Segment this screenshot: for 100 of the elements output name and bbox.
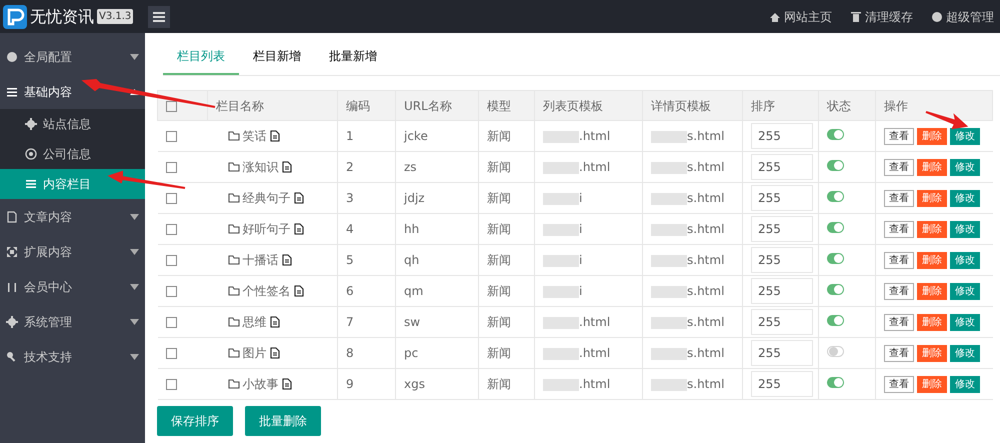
column-header: 排序: [742, 90, 818, 120]
sort-input[interactable]: 255: [751, 247, 813, 273]
edit-button[interactable]: 修改: [950, 252, 980, 268]
key-icon: [6, 350, 18, 362]
edit-button[interactable]: 修改: [950, 190, 980, 206]
folder-icon: [228, 286, 240, 296]
view-button[interactable]: 查看: [884, 376, 914, 392]
sort-input[interactable]: 255: [751, 216, 813, 242]
folder-icon: [228, 255, 240, 265]
column-header: 编码: [338, 90, 396, 120]
checkbox[interactable]: [166, 255, 176, 266]
table-cell: 5: [346, 253, 354, 267]
nav-link[interactable]: 清理缓存: [850, 8, 913, 26]
sort-input[interactable]: 255: [751, 309, 813, 335]
sort-input[interactable]: 255: [751, 154, 813, 180]
edit-button[interactable]: 修改: [950, 314, 980, 330]
sidebar-item[interactable]: 全局配置: [0, 39, 145, 74]
tab[interactable]: 批量新增: [315, 39, 391, 75]
view-button[interactable]: 查看: [884, 128, 914, 144]
view-button[interactable]: 查看: [884, 344, 914, 362]
category-name[interactable]: 好听句子: [242, 220, 290, 238]
batch-delete-button[interactable]: 批量删除: [245, 406, 321, 436]
table-cell: 新闻: [487, 315, 511, 329]
sidebar-subitem[interactable]: 内容栏目: [0, 169, 145, 199]
category-name[interactable]: 经典句子: [242, 189, 290, 207]
toggle-switch[interactable]: [827, 129, 844, 140]
table-cell: 1: [346, 129, 354, 143]
category-name[interactable]: 图片: [242, 344, 266, 362]
edit-button[interactable]: 修改: [950, 128, 980, 144]
toggle-switch[interactable]: [827, 222, 844, 233]
category-name[interactable]: 个性签名: [242, 282, 290, 300]
sort-input[interactable]: 255: [751, 340, 813, 366]
trash-icon: [850, 10, 862, 22]
save-sort-button[interactable]: 保存排序: [157, 406, 233, 436]
checkbox[interactable]: [166, 193, 176, 204]
sidebar-item[interactable]: 系统管理: [0, 304, 145, 339]
table-cell: sw: [404, 315, 420, 329]
sidebar-item[interactable]: 技术支持: [0, 339, 145, 374]
edit-button[interactable]: 修改: [950, 220, 980, 238]
table-cell: .html: [579, 377, 610, 391]
table-cell: 新闻: [487, 191, 511, 205]
category-name[interactable]: 十播话: [242, 251, 278, 269]
toggle-switch[interactable]: [827, 346, 844, 357]
category-name[interactable]: 笑话: [242, 127, 266, 145]
redaction-mark: [543, 348, 579, 360]
view-button[interactable]: 查看: [884, 252, 914, 268]
category-name[interactable]: 涨知识: [242, 158, 278, 176]
sidebar-item[interactable]: 文章内容: [0, 199, 145, 234]
redaction-mark: [651, 224, 687, 236]
edit-button[interactable]: 修改: [950, 158, 980, 176]
nav-link[interactable]: 超级管理: [931, 8, 994, 26]
sort-input[interactable]: 255: [751, 371, 813, 397]
edit-button[interactable]: 修改: [950, 282, 980, 300]
version-badge: V3.1.3: [97, 9, 134, 24]
checkbox[interactable]: [166, 131, 176, 142]
checkbox[interactable]: [166, 348, 176, 360]
toggle-switch[interactable]: [827, 284, 844, 295]
toggle-switch[interactable]: [827, 253, 844, 264]
sidebar-subitem[interactable]: 公司信息: [0, 139, 145, 169]
toggle-switch[interactable]: [827, 377, 844, 388]
view-button[interactable]: 查看: [884, 314, 914, 330]
folder-icon: [228, 348, 240, 358]
view-button[interactable]: 查看: [884, 220, 914, 238]
column-header: 列表页模板: [534, 90, 642, 120]
sort-input[interactable]: 255: [751, 185, 813, 211]
tab[interactable]: 栏目列表: [163, 39, 239, 75]
sort-input[interactable]: 255: [751, 123, 813, 149]
sidebar-subitem[interactable]: 站点信息: [0, 109, 145, 139]
menu-icon[interactable]: [148, 6, 170, 28]
checkbox[interactable]: [166, 162, 176, 174]
toggle-switch[interactable]: [827, 315, 844, 326]
folder-icon: [228, 193, 240, 203]
category-name[interactable]: 小故事: [242, 375, 278, 393]
document-icon: [6, 210, 18, 222]
sort-input[interactable]: 255: [751, 278, 813, 304]
nav-link[interactable]: 网站主页: [769, 8, 832, 26]
caret-icon: [130, 248, 139, 254]
checkbox[interactable]: [166, 100, 177, 112]
checkbox[interactable]: [166, 379, 176, 390]
category-name[interactable]: 思维: [242, 313, 266, 331]
table-cell: 新闻: [487, 377, 511, 391]
toggle-switch[interactable]: [827, 191, 844, 202]
redaction-mark: [543, 130, 579, 143]
checkbox[interactable]: [166, 224, 176, 236]
sidebar-item[interactable]: 扩展内容: [0, 234, 145, 269]
table-cell: s.html: [687, 315, 724, 329]
view-button[interactable]: 查看: [884, 282, 914, 300]
table-cell: s.html: [687, 284, 724, 298]
table-cell: 新闻: [487, 129, 511, 143]
tab[interactable]: 栏目新增: [239, 39, 315, 75]
toggle-switch[interactable]: [827, 160, 844, 171]
edit-button[interactable]: 修改: [950, 376, 980, 392]
checkbox[interactable]: [166, 286, 176, 298]
view-button[interactable]: 查看: [884, 190, 914, 206]
table-cell: s.html: [687, 222, 724, 236]
view-button[interactable]: 查看: [884, 158, 914, 176]
expand-icon: [6, 246, 18, 258]
checkbox[interactable]: [166, 317, 176, 328]
sidebar-item[interactable]: 会员中心: [0, 269, 145, 304]
edit-button[interactable]: 修改: [950, 344, 980, 362]
